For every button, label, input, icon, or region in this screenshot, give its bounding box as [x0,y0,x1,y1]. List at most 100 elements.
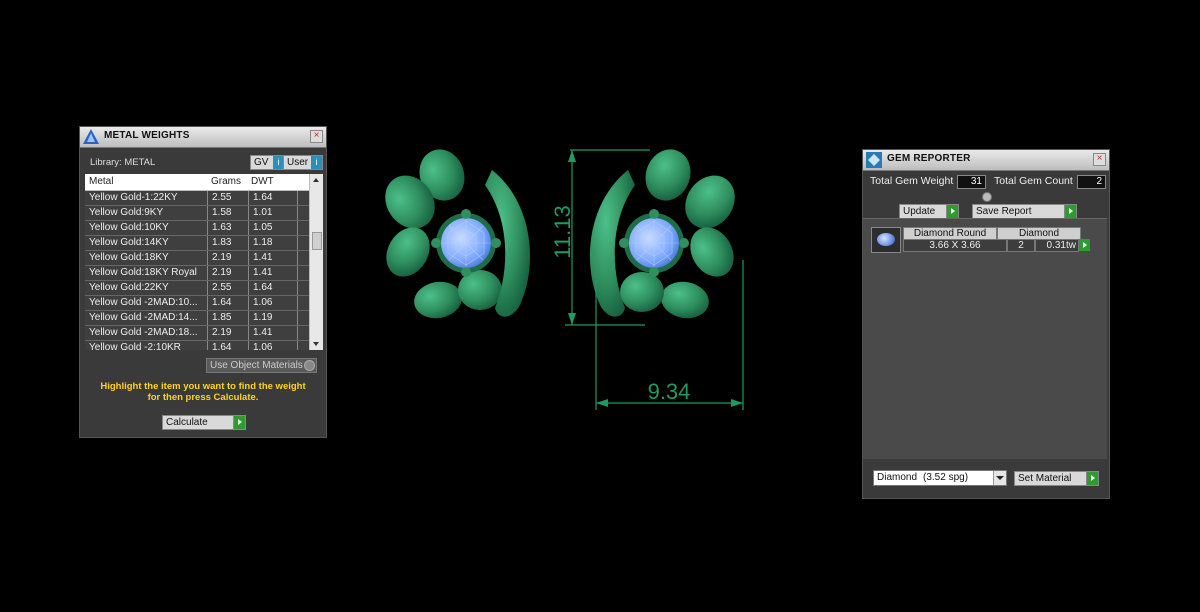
gem-reporter-close-icon[interactable]: × [1093,153,1106,166]
dwt-cell: 1.41 [249,326,298,340]
table-row[interactable]: Yellow Gold:22KY 2.55 1.64 [85,281,323,296]
chevron-down-icon[interactable] [993,471,1006,485]
use-object-materials-button[interactable]: Use Object Materials [206,358,317,373]
metal-weights-titlebar[interactable]: METAL WEIGHTS × [80,127,326,148]
scroll-thumb[interactable] [312,232,322,250]
table-row[interactable]: Yellow Gold-1:22KY 2.55 1.64 [85,191,323,206]
use-object-materials-label: Use Object Materials [210,360,303,371]
grams-cell: 2.19 [208,266,249,280]
dwt-cell: 1.06 [249,296,298,310]
grams-cell: 1.83 [208,236,249,250]
gem-list: Diamond Round Diamond 3.66 X 3.66 2 0.31… [863,218,1107,459]
metal-table-header: Metal Grams DWT [85,174,323,191]
calculate-arrow-icon [233,416,245,429]
divider-handle-icon[interactable] [982,192,992,202]
total-gem-weight-value: 31 [957,175,986,189]
grams-cell: 2.55 [208,191,249,205]
update-arrow-icon [946,205,958,218]
metal-name-cell: Yellow Gold -2:10KR [85,341,208,350]
table-row[interactable]: Yellow Gold:14KY 1.83 1.18 [85,236,323,251]
use-object-materials-toggle-icon [304,360,315,371]
table-row[interactable]: Yellow Gold -2MAD:18... 2.19 1.41 [85,326,323,341]
dwt-cell: 1.64 [249,281,298,295]
table-row[interactable]: Yellow Gold -2:10KR 1.64 1.06 [85,341,323,350]
column-metal[interactable]: Metal [85,174,207,190]
set-material-button[interactable]: Set Material [1014,471,1099,486]
metal-name-cell: Yellow Gold-1:22KY [85,191,208,205]
calculate-hint-line1: Highlight the item you want to find the … [100,381,306,392]
grams-cell: 1.64 [208,296,249,310]
metal-name-cell: Yellow Gold -2MAD:18... [85,326,208,340]
calculate-button[interactable]: Calculate [162,415,246,430]
dwt-cell: 1.06 [249,341,298,350]
metal-name-cell: Yellow Gold:9KY [85,206,208,220]
width-dimension-label: 9.34 [648,379,691,404]
user-button[interactable]: User i [283,155,323,170]
grams-cell: 1.58 [208,206,249,220]
gv-button[interactable]: GV i [250,155,285,170]
gem-reporter-logo-icon [866,152,882,168]
material-select-value: Diamond [877,472,918,483]
dwt-cell: 1.19 [249,311,298,325]
gem-count: 2 [1007,239,1035,252]
update-label: Update [903,206,936,217]
table-row[interactable]: Yellow Gold:10KY 1.63 1.05 [85,221,323,236]
gem-row-arrow-icon[interactable] [1079,239,1090,251]
material-select-spg: (3.52 spg) [923,472,969,483]
left-earring [385,149,531,319]
grams-cell: 1.64 [208,341,249,350]
gem-list-item[interactable]: Diamond Round Diamond 3.66 X 3.66 2 0.31… [871,227,1093,253]
scroll-up-icon[interactable] [313,178,319,182]
save-report-button[interactable]: Save Report [972,204,1077,219]
table-row[interactable]: Yellow Gold:18KY 2.19 1.41 [85,251,323,266]
metal-weights-panel: METAL WEIGHTS × Library: METAL GV i User… [79,126,327,438]
gem-size: 3.66 X 3.66 [903,239,1007,252]
grams-cell: 2.19 [208,251,249,265]
dwt-cell: 1.64 [249,191,298,205]
calculate-hint-line2: for then press Calculate. [147,392,259,403]
metal-weights-logo-icon [83,129,99,144]
dwt-cell: 1.18 [249,236,298,250]
metal-weights-close-icon[interactable]: × [310,130,323,143]
metal-name-cell: Yellow Gold:18KY [85,251,208,265]
table-row[interactable]: Yellow Gold:18KY Royal 2.19 1.41 [85,266,323,281]
metal-name-cell: Yellow Gold:14KY [85,236,208,250]
dwt-cell: 1.05 [249,221,298,235]
round-diamond-thumbnail-icon [871,227,901,253]
metal-name-cell: Yellow Gold -2MAD:14... [85,311,208,325]
user-label: User [287,157,309,168]
grams-cell: 1.85 [208,311,249,325]
total-gem-count-value: 2 [1077,175,1106,189]
table-row[interactable]: Yellow Gold -2MAD:10... 1.64 1.06 [85,296,323,311]
calculate-label: Calculate [166,417,208,428]
dwt-cell: 1.01 [249,206,298,220]
earring-drawing: 11.13 9.34 [385,149,744,410]
user-info-icon: i [311,156,322,169]
calculate-hint: Highlight the item you want to find the … [80,381,326,403]
gem-reporter-titlebar[interactable]: GEM REPORTER × [863,150,1109,171]
dwt-cell: 1.41 [249,266,298,280]
set-material-label: Set Material [1018,473,1072,484]
metal-weights-title: METAL WEIGHTS [104,130,190,141]
column-dwt[interactable]: DWT [247,174,295,190]
metal-table-body: Yellow Gold-1:22KY 2.55 1.64 Yellow Gold:9K… [85,191,323,350]
dwt-cell: 1.41 [249,251,298,265]
table-row[interactable]: Yellow Gold -2MAD:14... 1.85 1.19 [85,311,323,326]
set-material-arrow-icon [1086,472,1098,485]
gem-weight: 0.31tw [1035,239,1079,252]
metal-name-cell: Yellow Gold:18KY Royal [85,266,208,280]
column-grams[interactable]: Grams [207,174,247,190]
gem-reporter-title: GEM REPORTER [887,153,971,164]
material-select[interactable]: Diamond (3.52 spg) [873,470,1007,486]
table-row[interactable]: Yellow Gold:9KY 1.58 1.01 [85,206,323,221]
save-report-label: Save Report [976,206,1032,217]
right-earring [589,149,735,319]
gem-reporter-panel: GEM REPORTER × Total Gem Weight 31 Total… [862,149,1110,499]
update-button[interactable]: Update [899,204,959,219]
metal-table-scrollbar[interactable] [309,174,323,350]
library-label: Library: METAL [90,157,156,168]
scroll-down-icon[interactable] [313,342,319,346]
grams-cell: 2.55 [208,281,249,295]
metal-table[interactable]: Metal Grams DWT Yellow Gold-1:22KY 2.55 1.… [85,174,323,350]
metal-name-cell: Yellow Gold:22KY [85,281,208,295]
